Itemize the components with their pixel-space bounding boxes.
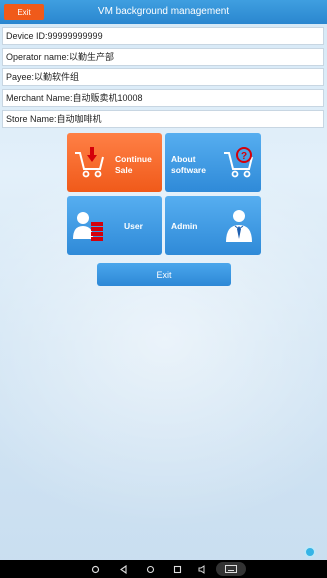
user-tile[interactable]: User [67, 196, 162, 255]
floating-assist-icon[interactable] [304, 546, 316, 558]
continue-sale-label-1: Continue [115, 154, 152, 164]
about-software-label-2: software [171, 165, 206, 175]
about-software-tile[interactable]: About software ? [165, 133, 261, 192]
admin-person-icon [226, 210, 252, 242]
svg-text:?: ? [241, 151, 247, 162]
nav-keyboard-icon[interactable] [216, 562, 246, 576]
user-stack-icon [73, 212, 103, 241]
cart-question-icon: ? [224, 147, 253, 178]
merchant-name-field: Merchant Name:自动贩卖机10008 [2, 89, 324, 107]
nav-recents-icon[interactable] [170, 560, 184, 578]
exit-bottom-button[interactable]: Exit [97, 263, 231, 286]
nav-settings-icon[interactable] [88, 560, 102, 578]
about-software-label-1: About [171, 154, 196, 164]
top-bar: Exit VM background management [0, 0, 327, 24]
admin-tile[interactable]: Admin [165, 196, 261, 255]
exit-top-button[interactable]: Exit [4, 4, 44, 20]
system-nav-bar [0, 560, 327, 578]
store-name-field: Store Name:自动咖啡机 [2, 110, 324, 128]
device-id-field: Device ID:99999999999 [2, 27, 324, 45]
page-title: VM background management [97, 6, 230, 17]
operator-name-field: Operator name:以勤生产部 [2, 48, 324, 66]
user-label: User [124, 221, 143, 231]
admin-label: Admin [171, 221, 198, 231]
continue-sale-tile[interactable]: Continue Sale [67, 133, 162, 192]
cart-down-arrow-icon [75, 147, 104, 178]
app-screen: Exit VM background management Device ID:… [0, 0, 327, 578]
nav-home-icon[interactable] [143, 560, 157, 578]
payee-field: Payee:以勤软件组 [2, 68, 324, 86]
nav-volume-icon[interactable] [196, 560, 210, 578]
nav-back-icon[interactable] [116, 560, 130, 578]
continue-sale-label-2: Sale [115, 165, 133, 175]
